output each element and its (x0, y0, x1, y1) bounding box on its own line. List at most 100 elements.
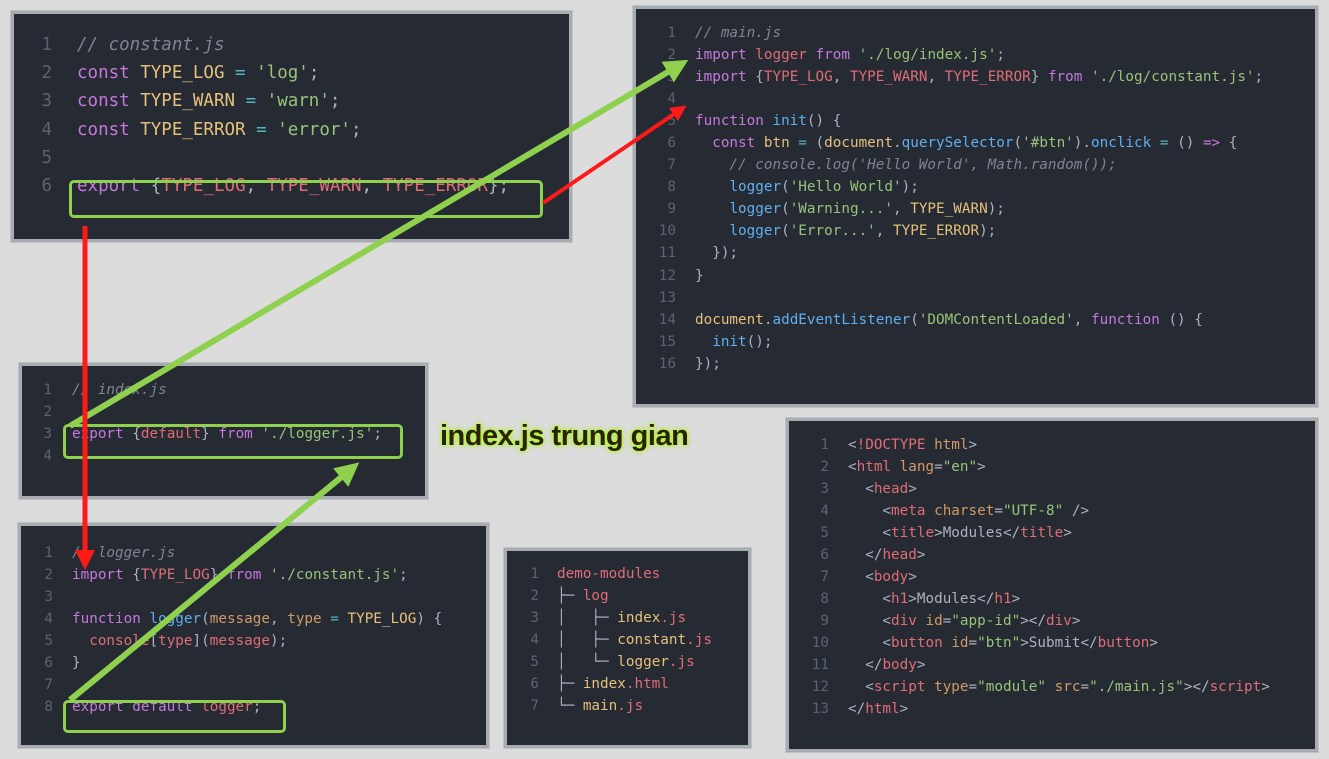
code-token: addEventListener (772, 311, 911, 328)
line-number: 4 (530, 632, 539, 648)
code-token: .js (668, 654, 695, 670)
line-number: 2 (530, 588, 539, 604)
code-token: TYPE_LOG (140, 63, 225, 84)
code-token: 'log' (256, 63, 309, 84)
code-token: logger (617, 654, 669, 670)
line-number: 7 (44, 677, 53, 693)
code-token: constant (617, 632, 687, 648)
code-token: console (89, 633, 150, 649)
code-line: <meta charset="UTF-8" /> (848, 500, 1089, 522)
code-token: ; (350, 119, 362, 140)
code-token: >Modules</ (934, 525, 1021, 541)
line-number: 2 (41, 63, 52, 84)
code-token: > (1011, 591, 1021, 607)
code-token: { (132, 567, 141, 583)
code-token: < (848, 437, 857, 453)
code-token: < (848, 481, 874, 497)
code-token: head (873, 481, 909, 497)
code-token: } (209, 567, 227, 583)
code-token: querySelector (901, 135, 1014, 152)
code-token: ; (308, 63, 320, 84)
code-token: ); (987, 201, 1005, 218)
code-token: => (1202, 135, 1221, 152)
code-token: const (712, 135, 764, 152)
code-line: logger('Warning...', TYPE_WARN); (695, 198, 1005, 220)
index-html-code-panel: 1 <!DOCTYPE html> 2 <html lang="en"> 3 <head… (786, 418, 1318, 752)
code-token: ( (201, 611, 210, 627)
line-number: 8 (820, 591, 829, 607)
code-token: ( (910, 311, 919, 328)
code-token: = (968, 635, 978, 651)
code-line: logger('Error...', TYPE_ERROR); (695, 220, 996, 242)
code-token: ); (270, 633, 288, 649)
code-token: > (908, 569, 917, 585)
line-number: 4 (44, 611, 53, 627)
code-token: > (1149, 635, 1158, 651)
code-token: { (755, 69, 764, 86)
code-token: } (72, 655, 81, 671)
code-token: () { (1168, 311, 1203, 328)
code-token: 'warn' (266, 91, 330, 112)
code-line: └─ main.js (557, 695, 643, 717)
code-token: , (893, 201, 911, 218)
line-number: 5 (41, 148, 52, 169)
code-token: message (209, 633, 271, 649)
code-line: }); (695, 242, 738, 264)
line-number: 11 (658, 245, 676, 262)
code-token: = (321, 611, 348, 627)
code-token: │ └─ (557, 654, 618, 670)
code-token: button (891, 635, 952, 651)
code-token: < (848, 591, 892, 607)
line-number: 4 (667, 91, 676, 108)
code-line: <html lang="en"> (848, 456, 986, 478)
code-token: = (245, 119, 278, 140)
code-token: document (824, 135, 894, 152)
code-line: │ ├─ constant.js (557, 629, 712, 651)
code-line: function logger(message, type = TYPE_LOG… (72, 608, 442, 630)
code-token: < (848, 459, 857, 475)
code-token: id (951, 635, 969, 651)
code-token: import (695, 69, 756, 86)
code-token: = (235, 91, 267, 112)
line-number: 9 (820, 613, 829, 629)
code-token: </ (848, 547, 883, 563)
line-number: 7 (667, 157, 676, 174)
code-line: </html> (848, 698, 908, 720)
code-token: id (925, 613, 943, 629)
code-token: } (695, 267, 704, 284)
code-token: !DOCTYPE (856, 437, 935, 453)
code-token: demo-modules (557, 566, 661, 582)
code-line: // logger.js (72, 542, 175, 564)
code-token: document (695, 311, 764, 328)
export-default-highlight (63, 424, 403, 459)
code-token: btn (763, 135, 790, 152)
code-line: } (72, 652, 81, 674)
line-number: 9 (667, 201, 676, 218)
code-token: └─ (557, 698, 583, 714)
code-token: > (977, 459, 986, 475)
code-token: , (1073, 311, 1091, 328)
line-number: 8 (667, 179, 676, 196)
line-number: 2 (820, 459, 829, 475)
code-token: div (1046, 613, 1072, 629)
code-token: 'Hello World' (789, 179, 902, 196)
code-token: logger (755, 47, 816, 64)
line-number: 6 (530, 676, 539, 692)
code-token: (); (746, 333, 773, 350)
code-token: ( (781, 223, 790, 240)
code-token: , (270, 611, 288, 627)
code-token: charset (934, 503, 995, 519)
code-line: │ └─ logger.js (557, 651, 695, 673)
code-token: < (848, 679, 874, 695)
code-token: ( (815, 135, 825, 152)
code-token: [ (149, 633, 159, 649)
line-number: 10 (658, 223, 676, 240)
code-token: message (209, 611, 270, 627)
code-line: }); (695, 353, 721, 375)
code-token: // index.js (72, 382, 167, 398)
code-token: type (934, 679, 969, 695)
line-number: 3 (530, 610, 539, 626)
code-line: <script type="module" src="./main.js"></… (848, 676, 1270, 698)
